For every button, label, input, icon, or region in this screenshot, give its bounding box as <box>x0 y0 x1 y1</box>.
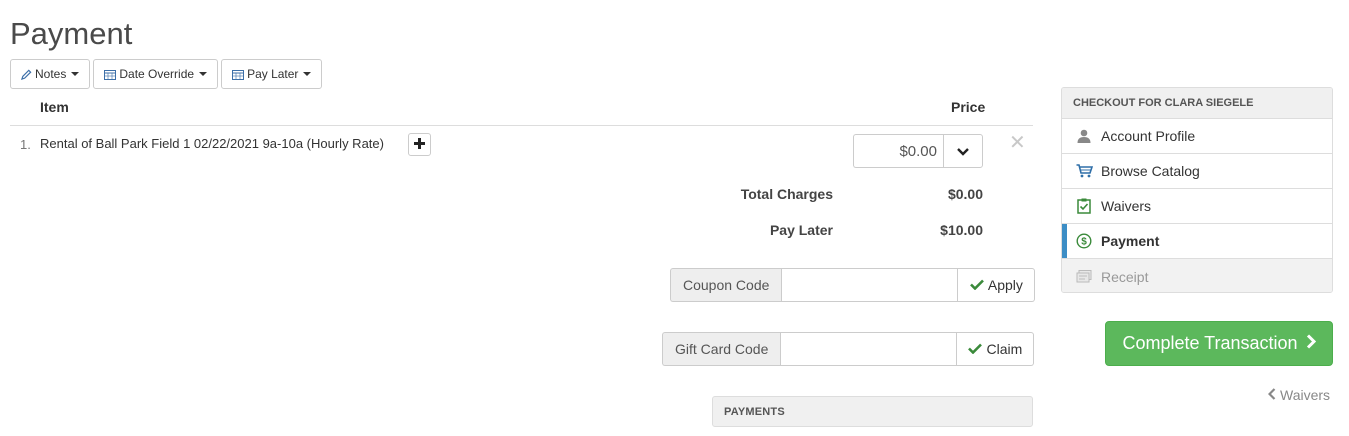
caret-down-icon <box>71 72 80 76</box>
column-header-price: Price <box>951 99 986 115</box>
claim-gift-card-button[interactable]: Claim <box>957 332 1035 366</box>
caret-down-icon <box>199 72 208 76</box>
step-label: Waivers <box>1101 198 1152 214</box>
item-description: Rental of Ball Park Field 1 02/22/2021 9… <box>40 136 384 151</box>
page-title: Payment <box>10 16 133 51</box>
caret-down-icon <box>303 72 312 76</box>
column-header-item: Item <box>40 99 69 115</box>
apply-label: Apply <box>987 277 1023 293</box>
calendar-icon <box>232 69 245 80</box>
complete-transaction-label: Complete Transaction <box>1122 333 1298 353</box>
back-to-waivers-link[interactable]: Waivers <box>1267 387 1331 403</box>
calendar-icon <box>104 69 117 80</box>
cart-icon <box>1075 164 1093 178</box>
add-item-button[interactable] <box>408 133 431 156</box>
complete-transaction-button[interactable]: Complete Transaction <box>1105 321 1333 366</box>
notes-label: Notes <box>35 67 67 81</box>
gift-card-group: Gift Card Code Claim <box>662 332 1035 366</box>
price-input[interactable] <box>853 134 943 168</box>
pay-later-summary-value: $10.00 <box>940 222 983 238</box>
toolbar: Notes Date Override Pay Later <box>10 59 323 89</box>
remove-item-icon[interactable]: ✕ <box>1009 133 1026 153</box>
total-charges-value: $0.00 <box>947 186 983 202</box>
step-label: Payment <box>1101 233 1160 249</box>
claim-label: Claim <box>986 341 1023 357</box>
apply-coupon-button[interactable]: Apply <box>958 268 1036 302</box>
payments-panel-heading: PAYMENTS <box>712 396 1033 427</box>
receipt-icon <box>1075 270 1093 283</box>
coupon-code-label: Coupon Code <box>670 268 782 302</box>
step-label: Browse Catalog <box>1101 163 1200 179</box>
chevron-right-icon <box>1306 333 1316 354</box>
total-charges-label: Total Charges <box>740 186 833 202</box>
step-waivers[interactable]: Waivers <box>1062 189 1332 224</box>
pay-later-button[interactable]: Pay Later <box>221 59 323 89</box>
gift-card-input[interactable] <box>780 332 958 366</box>
pencil-icon <box>21 69 32 80</box>
chevron-left-icon <box>1267 387 1276 403</box>
step-receipt: Receipt <box>1062 259 1332 292</box>
step-account-profile[interactable]: Account Profile <box>1062 119 1332 154</box>
checkout-steps-panel: CHECKOUT FOR CLARA SIEGELE Account Profi… <box>1061 87 1333 293</box>
coupon-code-group: Coupon Code Apply <box>670 268 1036 302</box>
step-browse-catalog[interactable]: Browse Catalog <box>1062 154 1332 189</box>
clipboard-check-icon <box>1075 198 1093 214</box>
check-icon <box>968 341 983 357</box>
gift-card-label: Gift Card Code <box>662 332 781 366</box>
date-override-label: Date Override <box>119 67 195 81</box>
pay-later-summary-label: Pay Later <box>769 222 833 238</box>
pay-later-label: Pay Later <box>247 67 299 81</box>
checkout-heading: CHECKOUT FOR CLARA SIEGELE <box>1062 88 1332 119</box>
price-dropdown-button[interactable] <box>943 134 983 168</box>
date-override-button[interactable]: Date Override <box>93 59 219 89</box>
dollar-circle-icon: $ <box>1075 233 1093 249</box>
svg-text:$: $ <box>1081 237 1087 248</box>
header-divider <box>10 125 1033 126</box>
notes-button[interactable]: Notes <box>10 59 91 89</box>
row-number: 1. <box>20 137 31 152</box>
check-icon <box>969 277 984 293</box>
step-payment[interactable]: $ Payment <box>1062 224 1332 259</box>
chevron-down-icon <box>957 144 969 159</box>
back-link-label: Waivers <box>1280 387 1331 403</box>
user-icon <box>1075 129 1093 143</box>
step-label: Receipt <box>1101 268 1149 285</box>
plus-icon <box>414 137 425 152</box>
price-input-group <box>853 134 983 168</box>
coupon-code-input[interactable] <box>781 268 959 302</box>
step-label: Account Profile <box>1101 128 1196 144</box>
